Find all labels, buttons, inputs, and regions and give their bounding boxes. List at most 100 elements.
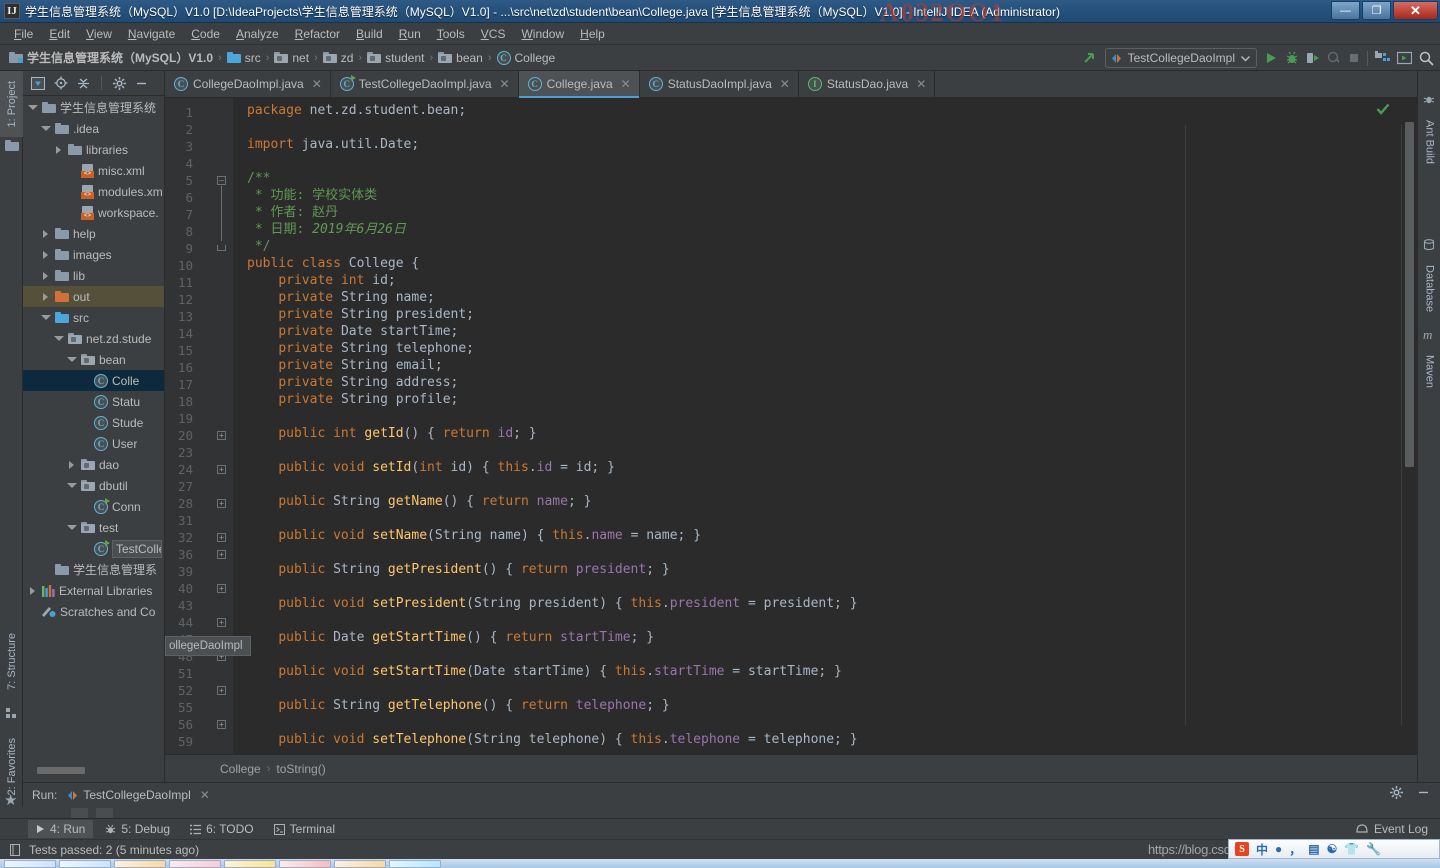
menu-item-vcs[interactable]: VCS	[473, 25, 514, 43]
breadcrumb-class[interactable]: College	[220, 762, 261, 776]
ime-toolbar[interactable]: S 中 ● ， ▤ ☯ 👕 🔧	[1228, 839, 1440, 859]
breadcrumb-item-1[interactable]: src	[224, 50, 264, 66]
ime-skin-icon[interactable]: 👕	[1344, 842, 1359, 856]
chevron-down-icon[interactable]	[66, 483, 77, 488]
breadcrumb-item-6[interactable]: C College	[494, 50, 559, 66]
editor-tab-statusdao-java[interactable]: I StatusDao.java ✕	[798, 71, 936, 97]
tree-item-dao[interactable]: dao	[23, 454, 164, 475]
fold-collapse-icon[interactable]: –	[217, 176, 226, 185]
run-window-tab[interactable]: TestCollegeDaoImpl ✕	[67, 788, 210, 802]
chevron-down-icon[interactable]	[66, 357, 77, 362]
menu-item-navigate[interactable]: Navigate	[120, 25, 183, 43]
fold-expand-icon[interactable]: +	[217, 465, 226, 474]
taskbar-item[interactable]	[4, 859, 56, 868]
fold-expand-icon[interactable]: +	[217, 720, 226, 729]
locate-icon[interactable]	[54, 76, 68, 90]
editor-vertical-scrollbar[interactable]	[1405, 122, 1414, 467]
menu-item-refactor[interactable]: Refactor	[287, 25, 348, 43]
bottom-tab-debug[interactable]: 5: Debug	[97, 820, 178, 838]
ime-punctuation-icon[interactable]: ●	[1275, 842, 1282, 856]
fold-expand-icon[interactable]: +	[217, 584, 226, 593]
menu-item-run[interactable]: Run	[391, 25, 429, 43]
chevron-down-icon[interactable]	[53, 336, 64, 341]
rerun-button[interactable]	[71, 807, 88, 819]
run-tab-close-icon[interactable]: ✕	[200, 788, 210, 802]
run-with-coverage-icon[interactable]	[1306, 51, 1320, 65]
editor-tab-collegedaoimpl-java[interactable]: C CollegeDaoImpl.java ✕	[165, 71, 331, 97]
menu-item-build[interactable]: Build	[348, 25, 391, 43]
chevron-right-icon[interactable]	[40, 250, 51, 259]
tree-item-modulesxm[interactable]: modules.xm	[23, 181, 164, 202]
taskbar-item[interactable]	[389, 859, 441, 868]
fold-expand-icon[interactable]: +	[217, 686, 226, 695]
fold-expand-icon[interactable]: +	[217, 431, 226, 440]
menu-item-file[interactable]: File	[6, 25, 41, 43]
bottom-tab-run[interactable]: 4: Run	[28, 820, 94, 838]
chevron-down-icon[interactable]	[66, 525, 77, 530]
toggle-button[interactable]	[96, 807, 113, 819]
menu-item-analyze[interactable]: Analyze	[228, 25, 287, 43]
fold-expand-icon[interactable]: +	[217, 499, 226, 508]
chevron-down-icon[interactable]	[1241, 55, 1250, 62]
tree-item-[interactable]: 学生信息管理系	[23, 559, 164, 580]
tree-item-externallibraries[interactable]: External Libraries	[23, 580, 164, 601]
taskbar-item[interactable]	[59, 859, 111, 868]
menu-item-window[interactable]: Window	[513, 25, 572, 43]
expand-collapse-icon[interactable]	[31, 76, 45, 90]
ime-keyboard-icon[interactable]: ▤	[1308, 842, 1319, 856]
breadcrumb-method[interactable]: toString()	[276, 762, 325, 776]
menu-item-edit[interactable]: Edit	[41, 25, 78, 43]
sidebar-tab-project[interactable]: 1: Project	[0, 71, 23, 137]
code-content[interactable]: package net.zd.student.bean; import java…	[233, 98, 1417, 754]
editor-tab-close-icon[interactable]: ✕	[621, 77, 631, 91]
tree-item-scratchesandco[interactable]: Scratches and Co	[23, 601, 164, 622]
close-button[interactable]: ✕	[1393, 1, 1438, 20]
breadcrumb-item-3[interactable]: zd	[320, 50, 357, 66]
bottom-tab-terminal[interactable]: Terminal	[266, 820, 343, 838]
hide-run-panel-icon[interactable]	[1417, 786, 1430, 799]
tree-item-[interactable]: 学生信息管理系统	[23, 97, 164, 118]
chevron-right-icon[interactable]	[53, 145, 64, 154]
editor-tab-close-icon[interactable]: ✕	[312, 77, 322, 91]
project-structure-icon[interactable]	[1375, 51, 1390, 65]
tree-item-testcollegedaoimpl[interactable]: CTestCollegeDaoImpl	[23, 538, 164, 559]
tree-item-src[interactable]: src	[23, 307, 164, 328]
tree-item-user[interactable]: C User	[23, 433, 164, 454]
tree-item-workspace[interactable]: workspace.	[23, 202, 164, 223]
fold-expand-icon[interactable]: +	[217, 550, 226, 559]
sidebar-tab-structure[interactable]: 7: Structure	[0, 616, 23, 706]
sidebar-tab-database[interactable]: Database	[1418, 253, 1440, 325]
project-tree[interactable]: 学生信息管理系统 .idea libraries misc.xml modules.xm…	[23, 97, 164, 777]
taskbar-item[interactable]	[169, 859, 221, 868]
breadcrumb-item-5[interactable]: bean	[435, 50, 486, 66]
editor-tab-close-icon[interactable]: ✕	[916, 77, 926, 91]
taskbar-item[interactable]	[224, 859, 276, 868]
sidebar-tab-maven[interactable]: Maven	[1418, 343, 1440, 401]
editor-tab-statusdaoimpl-java[interactable]: C StatusDaoImpl.java ✕	[639, 71, 799, 97]
chevron-down-icon[interactable]	[40, 126, 51, 131]
taskbar-item[interactable]	[279, 859, 331, 868]
tree-item-colle[interactable]: C Colle	[23, 370, 164, 391]
tree-item-images[interactable]: images	[23, 244, 164, 265]
fold-region-end-icon[interactable]	[217, 245, 226, 251]
bottom-tab-todo[interactable]: 6: TODO	[182, 820, 262, 838]
tree-item-lib[interactable]: lib	[23, 265, 164, 286]
breadcrumb-item-2[interactable]: net	[271, 50, 312, 66]
taskbar-item[interactable]	[334, 859, 386, 868]
collapse-all-icon[interactable]	[77, 77, 90, 90]
sidebar-tab-ant-build[interactable]: Ant Build	[1418, 107, 1440, 177]
chevron-right-icon[interactable]	[27, 586, 38, 595]
editor-tab-college-java[interactable]: C College.java ✕	[518, 71, 640, 98]
ime-comma-icon[interactable]: ，	[1289, 841, 1301, 858]
ime-mode-chinese[interactable]: 中	[1256, 841, 1268, 858]
update-project-icon[interactable]	[1082, 50, 1098, 66]
menu-item-code[interactable]: Code	[183, 25, 228, 43]
tree-item-help[interactable]: help	[23, 223, 164, 244]
tree-item-conn[interactable]: C Conn	[23, 496, 164, 517]
settings-gear-icon[interactable]	[113, 76, 126, 90]
inspection-status-icon[interactable]	[1376, 102, 1390, 116]
chevron-right-icon[interactable]	[40, 271, 51, 280]
minimize-button[interactable]: —	[1331, 1, 1360, 20]
tree-item-out[interactable]: out	[23, 286, 164, 307]
editor-tab-testcollegedaoimpl-java[interactable]: C TestCollegeDaoImpl.java ✕	[330, 71, 519, 97]
